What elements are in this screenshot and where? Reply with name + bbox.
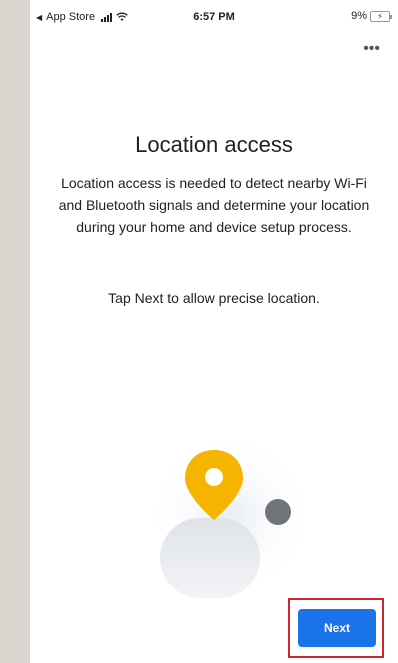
next-button[interactable]: Next: [298, 609, 376, 647]
location-illustration: [145, 430, 315, 600]
status-time: 6:57 PM: [193, 11, 235, 23]
phone-screen: ◀ App Store 6:57 PM 9% ⚡ ••• Location ac…: [30, 0, 398, 663]
hint-text: Tap Next to allow precise location.: [108, 290, 320, 306]
user-dot-icon: [265, 499, 291, 525]
battery-icon: ⚡: [370, 10, 392, 22]
description-text: Location access is needed to detect near…: [58, 175, 370, 235]
more-options-button[interactable]: •••: [363, 41, 380, 57]
status-bar: ◀ App Store 6:57 PM 9% ⚡: [30, 0, 398, 36]
status-right: 9% ⚡: [351, 10, 392, 22]
page-title: Location access: [135, 132, 293, 157]
battery-percent: 9%: [351, 10, 367, 22]
device-shape: [160, 518, 260, 598]
